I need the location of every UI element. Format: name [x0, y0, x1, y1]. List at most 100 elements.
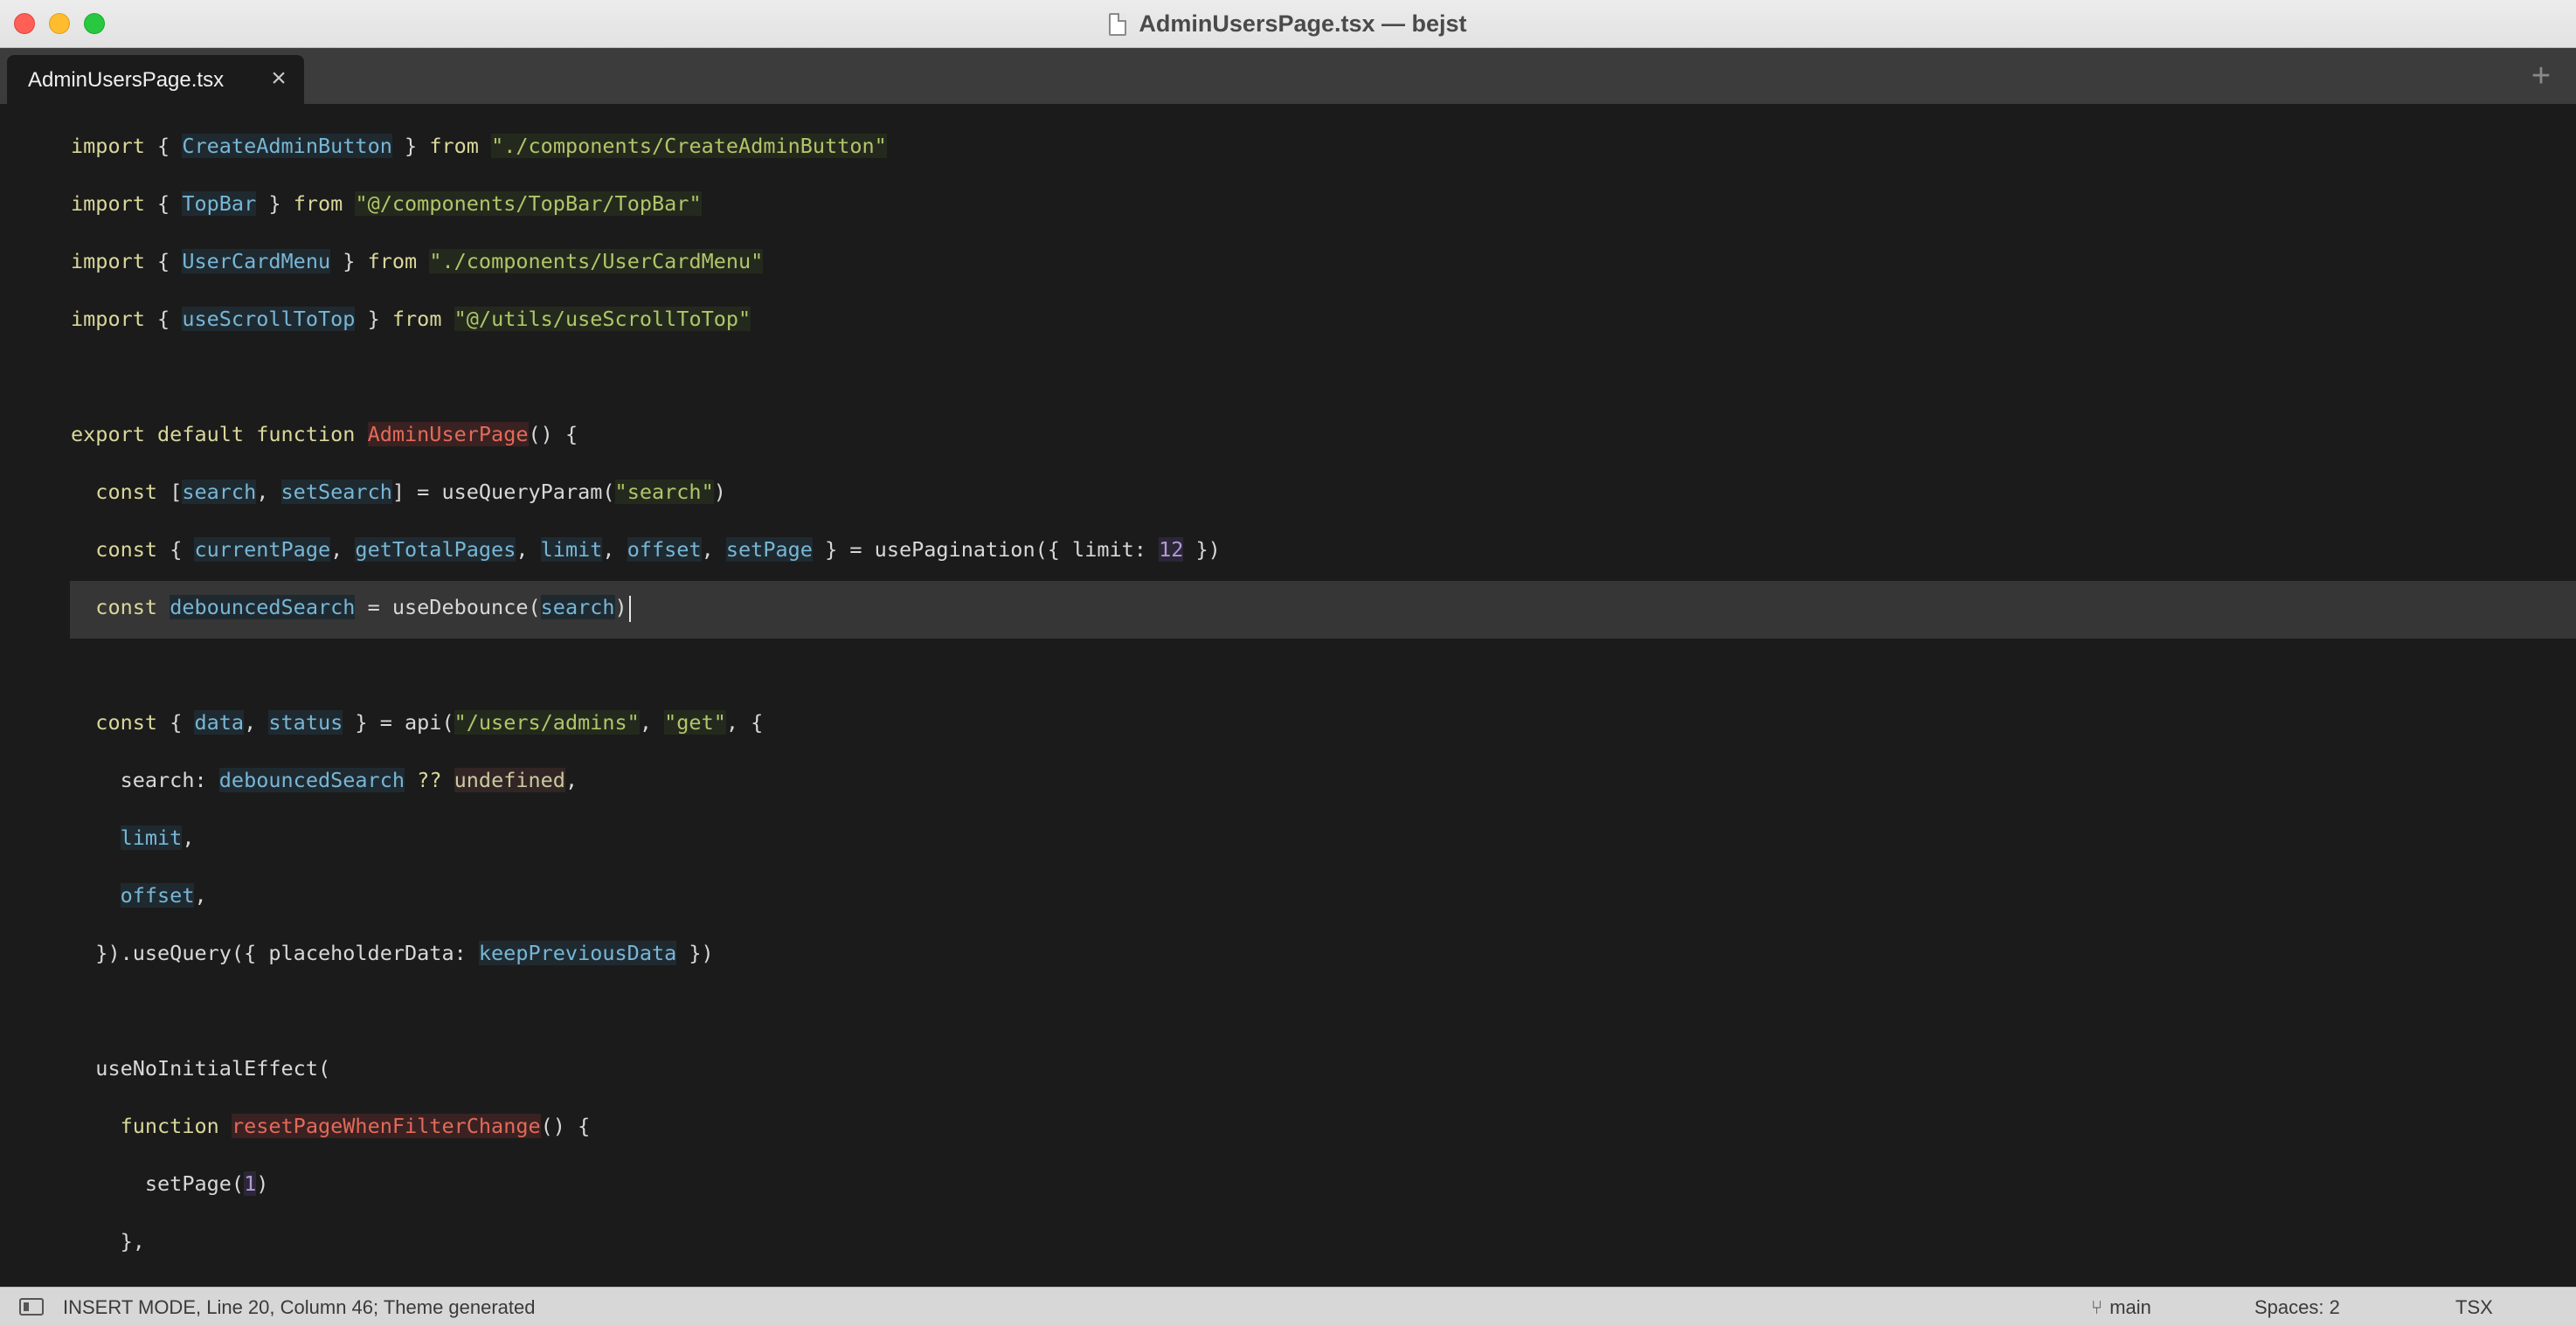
code-line[interactable]: }).useQuery({ placeholderData: keepPrevi…: [71, 924, 714, 982]
code-line[interactable]: import { useScrollToTop } from "@/utils/…: [71, 290, 751, 348]
code-token: ,: [516, 537, 541, 562]
code-token: search: [540, 595, 615, 619]
code-token: offset: [627, 537, 702, 562]
code-token: () {: [540, 1114, 591, 1138]
code-token: data: [194, 710, 245, 735]
code-token: ,: [256, 480, 281, 504]
code-token: {: [170, 710, 195, 735]
code-token: 12: [1159, 537, 1184, 562]
document-icon: [1109, 12, 1127, 36]
window-title-group: AdminUsersPage.tsx — bejst: [0, 0, 2576, 48]
code-token: const: [95, 480, 170, 504]
code-line[interactable]: offset,: [71, 867, 207, 924]
code-token: CreateAdminButton: [182, 134, 392, 158]
code-token: {: [170, 537, 195, 562]
code-token: currentPage: [194, 537, 331, 562]
code-editor[interactable]: import { CreateAdminButton } from "./com…: [0, 104, 2576, 1287]
code-token: } = api(: [343, 710, 454, 735]
code-line[interactable]: },: [71, 1212, 145, 1270]
code-token: function: [120, 1114, 232, 1138]
code-token: = useDebounce(: [355, 595, 541, 619]
code-token: ): [614, 595, 627, 619]
code-token: "@/utils/useScrollToTop": [454, 307, 751, 331]
syntax-mode[interactable]: TSX: [2455, 1296, 2493, 1319]
code-token: }: [256, 191, 294, 216]
code-token: ,: [701, 537, 726, 562]
text-cursor: [628, 595, 631, 622]
code-token: ,: [330, 537, 356, 562]
code-token: ,: [182, 825, 195, 850]
code-token: import: [71, 191, 158, 216]
code-token: offset: [120, 883, 195, 908]
code-token: debouncedSearch: [218, 768, 405, 792]
code-token: setPage: [725, 537, 813, 562]
tab-label: AdminUsersPage.tsx: [28, 68, 225, 92]
code-token: 1: [244, 1171, 257, 1196]
code-token: limit: [540, 537, 603, 562]
code-token: setSearch: [280, 480, 392, 504]
code-token: const: [95, 710, 170, 735]
code-line[interactable]: const [search, setSearch] = useQueryPara…: [71, 463, 726, 521]
code-token: ,: [244, 710, 269, 735]
code-token: from: [293, 191, 356, 216]
code-token: }: [391, 134, 430, 158]
code-token: {: [157, 191, 183, 216]
sidebar-toggle-icon[interactable]: [19, 1298, 44, 1316]
tab-close-icon[interactable]: ×: [266, 64, 292, 93]
code-token: {: [157, 249, 183, 273]
code-line[interactable]: search: debouncedSearch ?? undefined,: [71, 751, 578, 809]
code-token: AdminUserPage: [367, 422, 529, 446]
code-token: ): [713, 480, 726, 504]
code-token: status: [268, 710, 343, 735]
code-line[interactable]: import { TopBar } from "@/components/Top…: [71, 175, 702, 232]
code-token: ] = useQueryParam(: [391, 480, 615, 504]
git-branch-icon: ⑂: [2091, 1296, 2103, 1318]
code-token: limit: [120, 825, 183, 850]
code-line[interactable]: function resetPageWhenFilterChange() {: [71, 1097, 590, 1155]
code-line[interactable]: limit,: [71, 809, 195, 867]
code-token: () {: [528, 422, 578, 446]
code-token: },: [71, 1229, 145, 1253]
code-line[interactable]: useNoInitialEffect(: [71, 1039, 330, 1097]
new-tab-button[interactable]: +: [2524, 55, 2559, 97]
code-token: TopBar: [182, 191, 257, 216]
code-token: useScrollToTop: [182, 307, 356, 331]
code-line[interactable]: import { UserCardMenu } from "./componen…: [71, 232, 764, 290]
code-token: "get": [664, 710, 726, 735]
code-token: }): [1183, 537, 1221, 562]
code-token: }: [330, 249, 368, 273]
code-token: ,: [194, 883, 207, 908]
code-token: from: [429, 134, 492, 158]
code-line[interactable]: const { currentPage, getTotalPages, limi…: [71, 521, 1221, 578]
code-token: , {: [725, 710, 764, 735]
code-token: "./components/UserCardMenu": [429, 249, 764, 273]
code-token: UserCardMenu: [182, 249, 331, 273]
code-line[interactable]: import { CreateAdminButton } from "./com…: [71, 117, 887, 175]
tab-admin-users-page[interactable]: AdminUsersPage.tsx ×: [7, 55, 304, 104]
indentation-setting[interactable]: Spaces: 2: [2254, 1296, 2340, 1319]
status-text: INSERT MODE, Line 20, Column 46; Theme g…: [63, 1296, 536, 1318]
code-line[interactable]: export default function AdminUserPage() …: [71, 405, 578, 463]
code-token: import: [71, 249, 158, 273]
code-token: ,: [639, 710, 665, 735]
branch-name: main: [2109, 1296, 2151, 1318]
code-token: ): [256, 1171, 269, 1196]
code-line[interactable]: const { data, status } = api("/users/adm…: [71, 694, 763, 751]
code-token: "/users/admins": [454, 710, 640, 735]
code-token: import: [71, 307, 158, 331]
git-branch[interactable]: ⑂ main: [2091, 1296, 2151, 1319]
code-line[interactable]: const debouncedSearch = useDebounce(sear…: [71, 578, 631, 636]
code-token: [: [170, 480, 183, 504]
code-token: resetPageWhenFilterChange: [231, 1114, 541, 1138]
code-token: ??: [417, 768, 442, 792]
code-line[interactable]: setPage(1): [71, 1155, 268, 1212]
code-token: search: [182, 480, 257, 504]
